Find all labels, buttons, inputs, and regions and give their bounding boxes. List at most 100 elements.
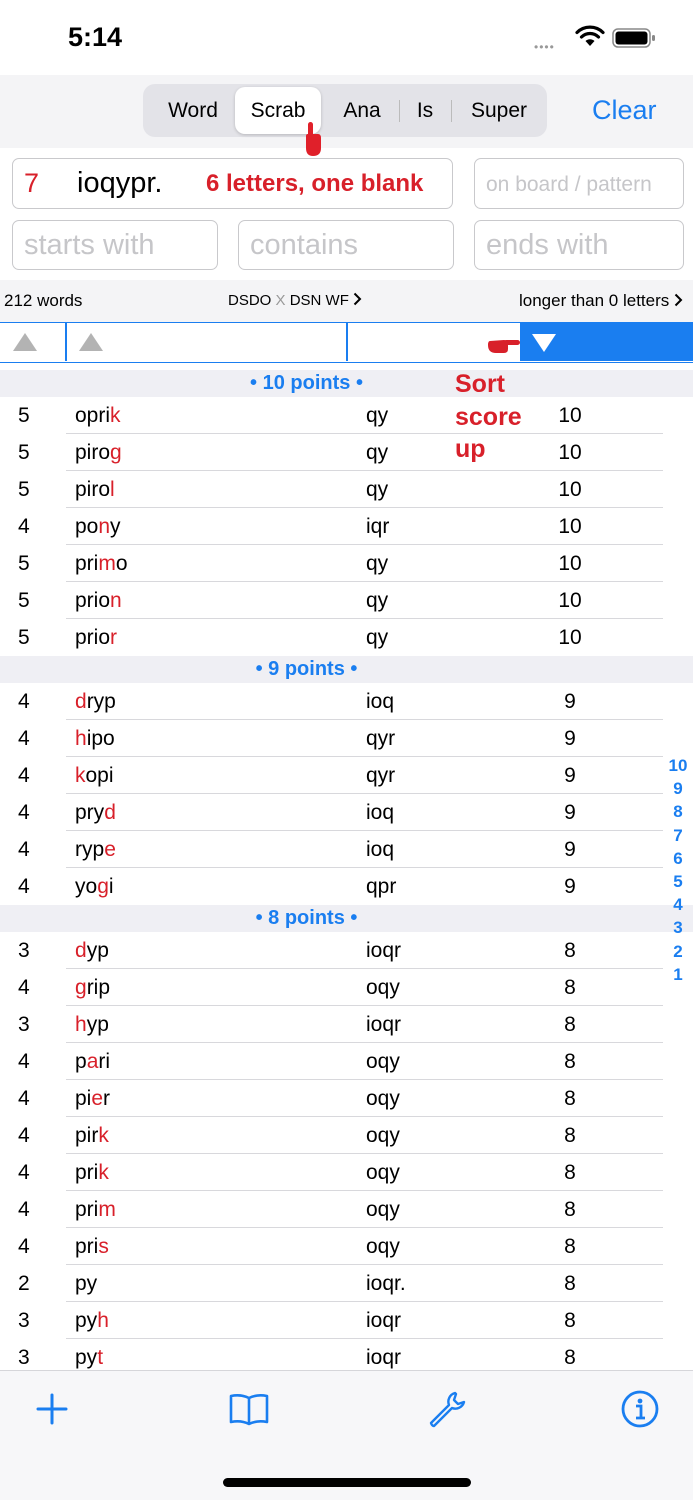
sort-descending-icon: [532, 334, 556, 352]
word-text: pryd: [75, 801, 116, 825]
column-divider: [65, 323, 67, 361]
word-score: 8: [564, 1161, 576, 1184]
word-part: ri: [98, 1050, 111, 1073]
battery-icon: [612, 28, 655, 48]
word-row[interactable]: 4 hipo qyr 9: [0, 720, 693, 757]
score-index[interactable]: 10 9 8 7 6 5 4 3 2 1: [664, 754, 692, 986]
word-row[interactable]: 4 dryp ioq 9: [0, 683, 693, 720]
sort-word-button[interactable]: [79, 333, 103, 351]
plus-icon[interactable]: [30, 1387, 74, 1431]
word-row[interactable]: 5 prior qy 10: [0, 619, 693, 656]
word-text: prim: [75, 1198, 116, 1222]
mode-super[interactable]: Super: [453, 87, 545, 134]
word-row[interactable]: 3 hyp ioqr 8: [0, 1006, 693, 1043]
word-row[interactable]: 5 pirol qy 10: [0, 471, 693, 508]
word-row[interactable]: 2 py ioqr. 8: [0, 1265, 693, 1302]
word-length: 4: [18, 1087, 30, 1110]
blank-letter: k: [98, 1124, 109, 1147]
score-index-item[interactable]: 3: [664, 916, 692, 939]
word-row[interactable]: 5 pirog qy 10: [0, 434, 693, 471]
mode-word[interactable]: Word: [151, 87, 235, 134]
blank-letter: t: [97, 1346, 104, 1369]
word-part: i: [108, 875, 114, 898]
word-row[interactable]: 4 pris oqy 8: [0, 1228, 693, 1265]
blank-letter: n: [98, 515, 111, 538]
sort-length-button[interactable]: [13, 333, 37, 351]
leftover-letters: qyr: [366, 727, 396, 750]
word-row[interactable]: 3 pyh ioqr 8: [0, 1302, 693, 1339]
word-row[interactable]: 4 pirk oqy 8: [0, 1117, 693, 1154]
book-icon[interactable]: [227, 1387, 271, 1431]
word-text: dryp: [75, 690, 116, 714]
leftover-letters: oqy: [366, 1235, 400, 1258]
score-index-item[interactable]: 8: [664, 800, 692, 823]
leftover-letters: oqy: [366, 1161, 400, 1184]
word-length: 5: [18, 589, 30, 612]
score-index-item[interactable]: 10: [664, 754, 692, 777]
annotation-line: score: [455, 402, 522, 431]
blank-letter: m: [98, 1198, 116, 1221]
word-score: 9: [564, 690, 576, 713]
section-header: • 9 points •: [0, 656, 693, 683]
word-row[interactable]: 4 kopi qyr 9: [0, 757, 693, 794]
dictionary-right: DSN WF: [289, 292, 349, 309]
word-score: 8: [564, 1013, 576, 1036]
word-length: 4: [18, 690, 30, 713]
mode-bar: Word Scrab Ana Is Super Clear: [0, 75, 693, 156]
mode-segmented-control: Word Scrab Ana Is Super: [143, 84, 547, 137]
score-index-item[interactable]: 6: [664, 847, 692, 870]
leftover-letters: qy: [366, 441, 389, 464]
word-score: 10: [558, 626, 582, 649]
blank-letter: r: [110, 626, 118, 649]
mode-ana[interactable]: Ana: [329, 87, 395, 134]
score-index-item[interactable]: 5: [664, 870, 692, 893]
contains-input[interactable]: contains: [238, 220, 454, 270]
word-text: yogi: [75, 875, 114, 899]
clear-button[interactable]: Clear: [592, 95, 657, 126]
word-row[interactable]: 5 primo qy 10: [0, 545, 693, 582]
leftover-letters: iqr: [366, 515, 390, 538]
leftover-letters: ioq: [366, 838, 395, 861]
score-index-item[interactable]: 7: [664, 824, 692, 847]
section-header: • 10 points •: [0, 370, 693, 397]
word-row[interactable]: 5 prion qy 10: [0, 582, 693, 619]
word-score: 10: [558, 589, 582, 612]
blank-letter: h: [75, 727, 87, 750]
word-part: y: [110, 515, 121, 538]
score-index-item[interactable]: 4: [664, 893, 692, 916]
rack-input[interactable]: 7 ioqypr. 6 letters, one blank: [12, 158, 453, 209]
word-row[interactable]: 4 grip oqy 8: [0, 969, 693, 1006]
word-row[interactable]: 4 rype ioq 9: [0, 831, 693, 868]
info-icon[interactable]: [618, 1387, 662, 1431]
dictionary-separator: X: [275, 292, 286, 309]
word-length: 4: [18, 515, 30, 538]
leftover-letters: ioqr: [366, 1013, 402, 1036]
word-length: 5: [18, 478, 30, 501]
score-index-item[interactable]: 1: [664, 963, 692, 986]
signal-dots: ••••: [534, 40, 555, 54]
word-row[interactable]: 4 pony iqr 10: [0, 508, 693, 545]
word-row[interactable]: 4 pryd ioq 9: [0, 794, 693, 831]
score-index-item[interactable]: 2: [664, 940, 692, 963]
word-row[interactable]: 5 oprik qy 10: [0, 397, 693, 434]
starts-with-input[interactable]: starts with: [12, 220, 218, 270]
word-row[interactable]: 4 yogi qpr 9: [0, 868, 693, 905]
length-filter[interactable]: longer than 0 letters: [519, 291, 683, 311]
dictionary-selector[interactable]: DSDO X DSN WF: [228, 292, 362, 309]
home-indicator: [223, 1478, 471, 1487]
board-pattern-input[interactable]: on board / pattern: [474, 158, 684, 209]
leftover-letters: ioq: [366, 690, 395, 713]
ends-with-input[interactable]: ends with: [474, 220, 684, 270]
mode-is[interactable]: Is: [401, 87, 449, 134]
wrench-icon[interactable]: [424, 1387, 468, 1431]
leftover-letters: qyr: [366, 764, 396, 787]
blank-letter: e: [91, 1087, 104, 1110]
word-row[interactable]: 4 pari oqy 8: [0, 1043, 693, 1080]
word-row[interactable]: 4 pier oqy 8: [0, 1080, 693, 1117]
word-row[interactable]: 4 prik oqy 8: [0, 1154, 693, 1191]
score-index-item[interactable]: 9: [664, 777, 692, 800]
word-row[interactable]: 4 prim oqy 8: [0, 1191, 693, 1228]
word-part: py: [75, 1272, 98, 1295]
sort-header: [0, 322, 693, 363]
word-row[interactable]: 3 dyp ioqr 8: [0, 932, 693, 969]
